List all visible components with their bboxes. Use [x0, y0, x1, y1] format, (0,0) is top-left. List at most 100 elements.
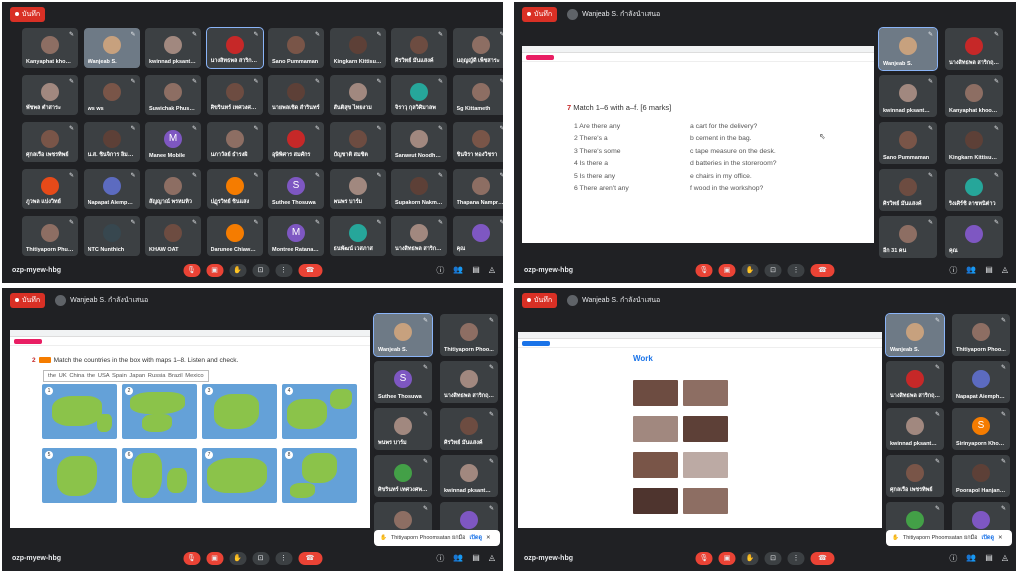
- participant-tile[interactable]: ✎ ศุกลเรือ เพชรทิพย์: [886, 455, 944, 497]
- participant-tile[interactable]: ✎ สันติสุข ไทยงาม: [329, 75, 386, 115]
- participant-tile[interactable]: ✎ อีก 31 คน: [879, 216, 937, 258]
- participant-tile[interactable]: ✎ Sarawut Noodham: [391, 122, 447, 162]
- participant-tile[interactable]: S ✎ Sirinyaporn Khonnu: [952, 408, 1010, 450]
- participant-tile[interactable]: ✎ Sano Pummaman: [879, 122, 937, 164]
- close-icon[interactable]: ✕: [486, 535, 491, 541]
- participant-tile[interactable]: ✎ Napapat Aiemphaye: [952, 361, 1010, 403]
- mic-off-button[interactable]: 🎙: [183, 263, 200, 277]
- more-options-button[interactable]: ⋮: [787, 551, 805, 565]
- camera-off-button[interactable]: ▣: [206, 263, 223, 277]
- people-icon[interactable]: 👥: [453, 265, 463, 276]
- raised-hand-notification[interactable]: ✋ Thitiyaporn Phoomsatan ยกมือ เปิดดู ✕: [886, 530, 1012, 546]
- more-options-button[interactable]: ⋮: [787, 263, 805, 277]
- view-button[interactable]: เปิดดู: [982, 534, 995, 542]
- participant-tile[interactable]: ✎ ศิขรินทร์ เทศวงศพนต์: [374, 455, 432, 497]
- camera-off-button[interactable]: ▣: [718, 551, 736, 565]
- participant-tile[interactable]: ✎ Thitiyaporn Phus...: [22, 216, 78, 256]
- camera-off-button[interactable]: ▣: [718, 263, 736, 277]
- participant-tile[interactable]: ✎ นางสิทธพล สาริกฤกษ์: [205, 27, 264, 69]
- participant-tile[interactable]: ✎ ศิขรินทร์ เทศวงศพนต์: [206, 75, 263, 115]
- participant-tile[interactable]: ✎ Darunee Chiawda...: [206, 216, 263, 256]
- shared-screen[interactable]: Work: [518, 332, 882, 528]
- activities-icon[interactable]: ◬: [1002, 553, 1008, 564]
- participant-tile[interactable]: ✎ บัญชาติ สมชิต: [329, 122, 386, 162]
- hang-up-button[interactable]: ☎: [810, 263, 835, 277]
- participant-tile[interactable]: ✎ ธนพัฒน์ เวสภาส: [329, 216, 386, 256]
- participant-tile[interactable]: ✎ KHAW OAT: [145, 216, 201, 256]
- raise-hand-button[interactable]: ✋: [741, 263, 759, 277]
- participant-tile[interactable]: ✎ นภาวัลย์ ธำรงผิ: [206, 122, 263, 162]
- participant-tile[interactable]: ✎ Supakorn Nakmon...: [391, 169, 447, 209]
- participant-tile[interactable]: ✎ นางสิทธพล สาริกฤกษ์: [391, 216, 447, 256]
- people-icon[interactable]: 👥: [966, 265, 976, 276]
- recording-badge[interactable]: บันทึก: [10, 6, 46, 22]
- info-icon[interactable]: ⓘ: [436, 265, 444, 276]
- mic-off-button[interactable]: 🎙: [695, 551, 713, 565]
- participant-tile[interactable]: ✎ ปฏุรวิทย์ ชินแสง: [206, 169, 263, 209]
- participant-tile[interactable]: ✎ อุษิพิศาร สมศักร: [268, 122, 324, 162]
- participant-tile[interactable]: ✎ Poorapol Hanjan-ad: [952, 455, 1010, 497]
- chat-icon[interactable]: ▤: [985, 265, 993, 276]
- more-options-button[interactable]: ⋮: [275, 263, 292, 277]
- participant-tile[interactable]: S ✎ Suthee Thosuwa: [268, 169, 324, 209]
- participant-tile[interactable]: ✎ ริงเศิร์ชิ ลาชทนิต่าว: [945, 169, 1003, 211]
- participant-tile[interactable]: ✎ นางสิทธพล สาริกฤกษ์: [945, 28, 1003, 70]
- present-button[interactable]: ⊡: [252, 551, 269, 565]
- participant-tile[interactable]: ✎ Sano Pummaman: [268, 28, 324, 68]
- info-icon[interactable]: ⓘ: [949, 553, 957, 564]
- recording-badge[interactable]: บันทึก: [522, 6, 558, 22]
- raise-hand-button[interactable]: ✋: [229, 551, 246, 565]
- hang-up-button[interactable]: ☎: [810, 551, 835, 565]
- participant-tile[interactable]: ✎ Wanjeab S.: [373, 313, 433, 357]
- participant-tile[interactable]: ✎ kwinnad pksanthe...: [145, 28, 201, 68]
- participant-tile[interactable]: ✎ kwinnad pksanthwin: [879, 75, 937, 117]
- mic-off-button[interactable]: 🎙: [695, 263, 713, 277]
- participant-tile[interactable]: ✎ นางสิทธพล สาริกฤกษ์: [886, 361, 944, 403]
- participant-tile[interactable]: ✎ Kingkarn Kittisunt...: [329, 28, 386, 68]
- participant-tile[interactable]: ✎ NTC Nunthich: [83, 216, 140, 256]
- recording-badge[interactable]: บันทึก: [10, 292, 46, 308]
- hang-up-button[interactable]: ☎: [298, 551, 322, 565]
- shared-screen[interactable]: 2 Match the countries in the box with map…: [10, 330, 370, 528]
- participant-tile[interactable]: S ✎ Suthee Thosuwa: [374, 361, 432, 403]
- participant-tile[interactable]: ✎ ศิรวิทย์ มั่นแสงค์: [391, 28, 447, 68]
- participant-tile[interactable]: ✎ Sg Kittameth: [452, 75, 503, 115]
- hang-up-button[interactable]: ☎: [298, 263, 322, 277]
- recording-badge[interactable]: บันทึก: [522, 292, 558, 308]
- activities-icon[interactable]: ◬: [489, 553, 495, 564]
- chat-icon[interactable]: ▤: [472, 265, 480, 276]
- participant-tile[interactable]: ✎ ชินจิรา ทองวิชรา: [452, 122, 503, 162]
- participant-tile[interactable]: ✎ นฤญญ์ดี เพ็ชสาระ: [452, 28, 503, 68]
- present-button[interactable]: ⊡: [764, 263, 782, 277]
- participant-tile[interactable]: ✎ นางสิทธพล สาริกฤกษ์: [440, 361, 498, 403]
- raised-hand-notification[interactable]: ✋ Thitiyaporn Phoomsatan ยกมือ เปิดดู ✕: [374, 530, 500, 546]
- present-button[interactable]: ⊡: [764, 551, 782, 565]
- participant-tile[interactable]: ✎ Thapana Nampradit: [452, 169, 503, 209]
- present-button[interactable]: ⊡: [252, 263, 269, 277]
- participant-tile[interactable]: ✎ Napapat Aiemphe...: [83, 169, 140, 209]
- participant-tile[interactable]: ✎ Kanyaphat khoonkh...: [945, 75, 1003, 117]
- people-icon[interactable]: 👥: [966, 553, 976, 564]
- chat-icon[interactable]: ▤: [472, 553, 480, 564]
- info-icon[interactable]: ⓘ: [949, 265, 957, 276]
- people-icon[interactable]: 👥: [453, 553, 463, 564]
- participant-tile[interactable]: ✎ ws ws: [83, 75, 140, 115]
- raise-hand-button[interactable]: ✋: [229, 263, 246, 277]
- participant-tile[interactable]: ✎ Wanjeab S.: [83, 28, 140, 68]
- chat-icon[interactable]: ▤: [985, 553, 993, 564]
- participant-tile[interactable]: ✎ คุณ: [452, 216, 503, 256]
- more-options-button[interactable]: ⋮: [275, 551, 292, 565]
- participant-tile[interactable]: ✎ น.ส. ชินจิการ ลิ่มตระนั...: [83, 122, 140, 162]
- participant-tile[interactable]: ✎ นายพลเชิด สำรินทร์: [268, 75, 324, 115]
- participant-tile[interactable]: ✎ Kingkarn Kittisuntar...: [945, 122, 1003, 164]
- participant-tile[interactable]: ✎ kwinnad pksanthwin: [440, 455, 498, 497]
- participant-tile[interactable]: ✎ พนพร บาร์ม: [329, 169, 386, 209]
- participant-tile[interactable]: ✎ ศุกลเรือ เพชรทิพย์: [22, 122, 78, 162]
- participant-tile[interactable]: ✎ พัชพล ตำสาระ: [22, 75, 78, 115]
- participant-tile[interactable]: M ✎ Montree Ratanaku...: [268, 216, 324, 256]
- activities-icon[interactable]: ◬: [489, 265, 495, 276]
- participant-tile[interactable]: ✎ Thitiyaporn Phoo...: [952, 314, 1010, 356]
- participant-tile[interactable]: ✎ พนพร บาร์ม: [374, 408, 432, 450]
- participant-tile[interactable]: ✎ Suwichak Phusoo...: [145, 75, 201, 115]
- participant-tile[interactable]: ✎ สัญญาณ์ พรหมทิว: [145, 169, 201, 209]
